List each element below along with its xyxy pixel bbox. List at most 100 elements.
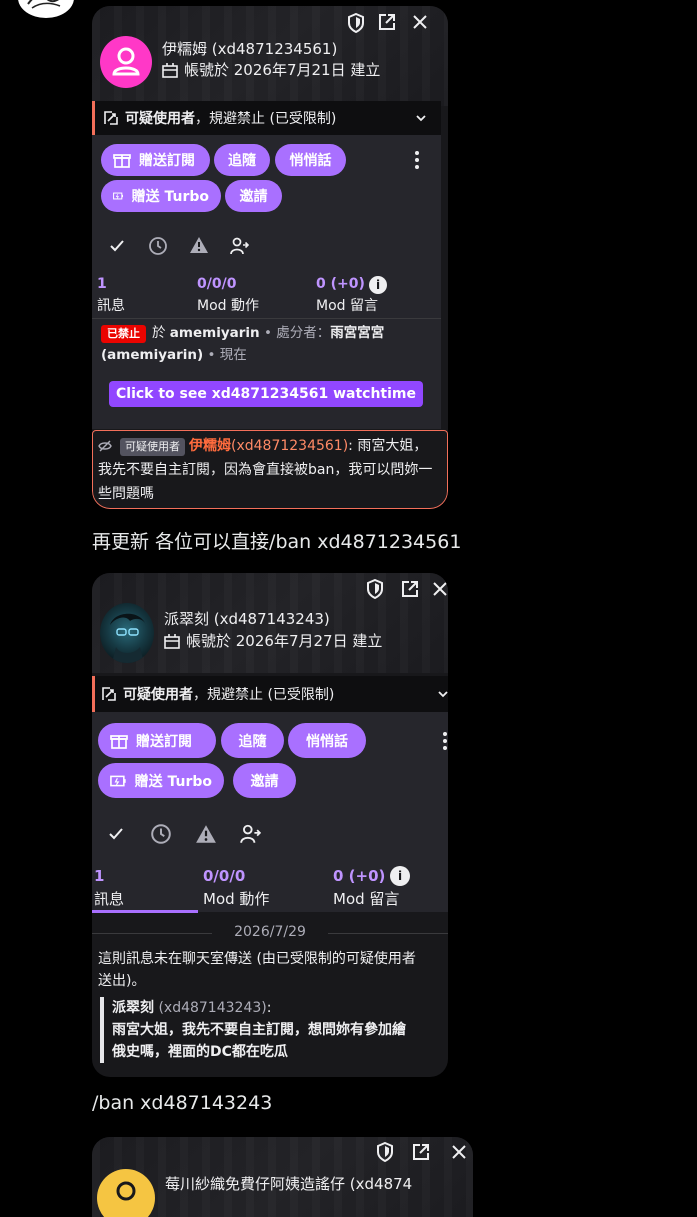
ban-moderator[interactable]: 雨宮宮宮: [330, 325, 384, 341]
chevron-down-icon[interactable]: [438, 688, 448, 700]
suspicious-user-icon: [104, 111, 118, 125]
stat-messages-label[interactable]: 訊息: [97, 295, 125, 315]
info-icon[interactable]: i: [369, 276, 387, 294]
chat-line-3: 些問題嗎: [98, 486, 154, 502]
account-created-text: 帳號於 2026年7月21日 建立: [184, 61, 381, 79]
clock-icon[interactable]: [150, 823, 172, 845]
whisper-button[interactable]: 悄悄話: [288, 723, 366, 758]
restricted-notice: 這則訊息未在聊天室傳送 (由已受限制的可疑使用者 送出)。: [98, 948, 448, 992]
quote-colon: :: [266, 1000, 272, 1016]
gift-turbo-button[interactable]: 贈送 Turbo: [98, 763, 224, 798]
suspicious-user-banner[interactable]: 可疑使用者 ，規避禁止 (已受限制): [92, 676, 448, 712]
display-name[interactable]: 派翠刻 (xd487143243): [164, 608, 330, 629]
stat-mod-comments-count: 0 (+0): [333, 867, 386, 885]
follow-button[interactable]: 追隨: [221, 723, 284, 758]
hidden-eye-icon: [98, 440, 112, 452]
warning-icon[interactable]: [189, 236, 209, 254]
invite-button[interactable]: 邀請: [225, 180, 282, 212]
follow-label: 追隨: [228, 153, 256, 169]
gift-sub-button[interactable]: 贈送訂閱: [101, 144, 210, 176]
chat-author-name[interactable]: 伊糯姆: [189, 438, 231, 454]
stat-mod-actions-label[interactable]: Mod 動作: [197, 295, 259, 315]
follow-button[interactable]: 追隨: [214, 144, 270, 176]
tweet-text-1: 再更新 各位可以直接/ban xd4871234561: [92, 531, 462, 553]
gift-sub-button[interactable]: 贈送訂閱: [98, 723, 216, 758]
gift-icon: [110, 734, 128, 749]
stat-mod-comments-count: 0 (+0): [316, 276, 365, 292]
close-icon[interactable]: [448, 1141, 470, 1163]
suspicious-user-banner[interactable]: 可疑使用者 ，規避禁止 (已受限制): [92, 101, 441, 135]
popout-icon[interactable]: [410, 1141, 432, 1163]
banner-status: ，規避禁止 (已受限制): [193, 687, 335, 703]
close-icon[interactable]: [409, 11, 431, 33]
ban-sep1: • 處分者：: [263, 325, 331, 341]
battery-icon: [110, 775, 126, 786]
whisper-label: 悄悄話: [289, 153, 332, 169]
user-avatar[interactable]: [100, 603, 154, 663]
banner-status: ，規避禁止 (已受限制): [195, 111, 337, 127]
whisper-button[interactable]: 悄悄話: [275, 144, 346, 176]
divider: [92, 318, 441, 319]
shield-icon[interactable]: [364, 578, 386, 600]
chevron-down-icon[interactable]: [415, 112, 427, 124]
chat-line-1: : 雨宮大姐，: [348, 438, 428, 454]
stat-messages-label[interactable]: 訊息: [94, 888, 124, 909]
gift-turbo-label: 贈送 Turbo: [134, 773, 212, 790]
user-avatar[interactable]: [100, 36, 152, 88]
add-mod-icon[interactable]: [239, 823, 261, 845]
tweet-author-avatar[interactable]: [18, 0, 74, 18]
banned-badge: 已禁止: [101, 325, 146, 343]
account-created: 帳號於 2026年7月21日 建立: [162, 59, 380, 80]
stat-mod-comments-label[interactable]: Mod 留言: [333, 888, 399, 909]
account-created-text: 帳號於 2026年7月27日 建立: [186, 632, 383, 650]
notice-line-1: 這則訊息未在聊天室傳送 (由已受限制的可疑使用者: [98, 951, 416, 967]
shield-icon[interactable]: [374, 1141, 396, 1163]
banner-title: 可疑使用者: [123, 687, 193, 703]
tweet-text-2: /ban xd487143243: [92, 1092, 273, 1114]
chat-message: 可疑使用者 伊糯姆(xd4871234561): 雨宮大姐， 我先不要自主訂閱，因…: [98, 434, 443, 506]
quote-line-1: 雨宮大姐，我先不要自主訂閱，想問妳有參加繪: [112, 1022, 406, 1038]
info-icon[interactable]: i: [390, 866, 410, 886]
quote-author-login[interactable]: (xd487143243): [158, 1000, 266, 1016]
stat-messages-count: 1: [97, 276, 107, 292]
close-icon[interactable]: [432, 578, 448, 600]
gift-turbo-label: 贈送 Turbo: [131, 189, 209, 205]
invite-label: 邀請: [239, 189, 268, 205]
quote-author-name[interactable]: 派翠刻: [112, 1000, 154, 1016]
chat-author-login[interactable]: (xd4871234561): [231, 438, 348, 454]
add-mod-icon[interactable]: [229, 236, 249, 256]
checkmark-icon[interactable]: [108, 827, 124, 841]
warning-icon[interactable]: [195, 824, 217, 844]
notice-line-2: 送出)。: [98, 973, 146, 989]
stat-mod-comments-label[interactable]: Mod 留言: [316, 295, 378, 315]
ban-time: • 現在: [207, 347, 247, 363]
popout-icon[interactable]: [376, 11, 398, 33]
banner-title: 可疑使用者: [125, 111, 195, 127]
gift-turbo-button[interactable]: 贈送 Turbo: [101, 180, 221, 212]
battery-icon: [113, 192, 124, 200]
ban-prefix: 於: [152, 325, 166, 341]
follow-label: 追隨: [238, 733, 267, 750]
clock-icon[interactable]: [148, 236, 168, 256]
quoted-message: 派翠刻 (xd487143243): 雨宮大姐，我先不要自主訂閱，想問妳有參加繪…: [100, 997, 448, 1063]
account-created: 帳號於 2026年7月27日 建立: [164, 630, 382, 651]
watchtime-button[interactable]: Click to see xd4871234561 watchtime: [109, 381, 423, 407]
suspicious-badge: 可疑使用者: [120, 438, 185, 456]
ban-channel[interactable]: amemiyarin: [170, 325, 260, 341]
date-divider: 2026/7/29: [92, 924, 448, 940]
popout-icon[interactable]: [399, 578, 421, 600]
shield-icon[interactable]: [345, 12, 367, 34]
invite-button[interactable]: 邀請: [233, 763, 296, 798]
stat-mod-actions-label[interactable]: Mod 動作: [203, 888, 269, 909]
gift-sub-label: 贈送訂閱: [139, 153, 195, 169]
display-name[interactable]: 莓川紗織免費仔阿姨造謠仔 (xd4874: [165, 1173, 412, 1194]
ban-mod-login[interactable]: (amemiyarin): [101, 347, 203, 363]
checkmark-icon[interactable]: [109, 239, 125, 253]
stat-mod-actions-count: 0/0/0: [197, 276, 237, 292]
gift-icon: [113, 154, 131, 168]
calendar-gift-icon: [164, 633, 180, 649]
more-options-icon[interactable]: [442, 731, 448, 755]
more-options-icon[interactable]: [414, 150, 420, 174]
display-name[interactable]: 伊糯姆 (xd4871234561): [162, 38, 337, 59]
chat-line-2: 我先不要自主訂閱，因為會直接被ban，我可以問妳一: [98, 462, 433, 478]
